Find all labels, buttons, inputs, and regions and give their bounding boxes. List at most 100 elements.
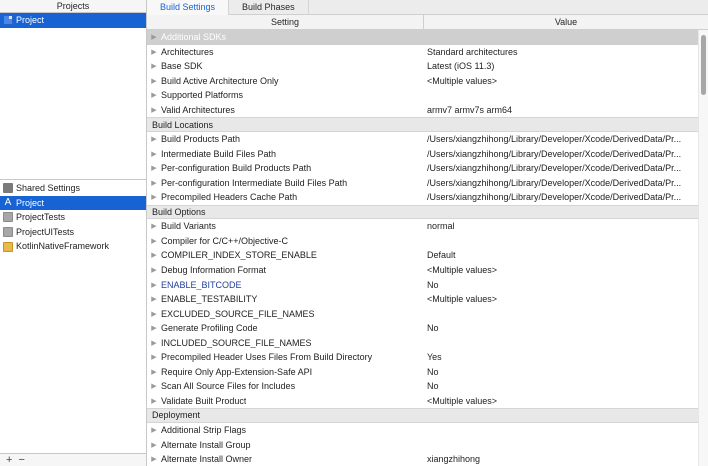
setting-row[interactable]: ▶ Additional SDKs — [147, 30, 698, 45]
editor-panel: Build Settings Build Phases Setting Valu… — [147, 0, 708, 466]
target-item[interactable]: ProjectUITests — [0, 225, 146, 240]
disclosure-triangle-icon[interactable]: ▶ — [147, 353, 161, 361]
setting-value[interactable]: /Users/xiangzhihong/Library/Developer/Xc… — [424, 134, 698, 144]
setting-value[interactable]: xiangzhihong — [424, 454, 698, 464]
disclosure-triangle-icon[interactable]: ▶ — [147, 324, 161, 332]
setting-row[interactable]: ▶ Debug Information Format <Multiple value… — [147, 263, 698, 278]
setting-name: COMPILER_INDEX_STORE_ENABLE — [161, 250, 317, 261]
setting-value[interactable]: <Multiple values> — [424, 294, 698, 304]
disclosure-triangle-icon[interactable]: ▶ — [147, 135, 161, 143]
setting-row[interactable]: ▶ Architectures Standard architectures — [147, 45, 698, 60]
setting-row[interactable]: ▶ Alternate Install Group — [147, 437, 698, 452]
remove-target-button[interactable]: − — [18, 454, 24, 466]
setting-value[interactable]: <Multiple values> — [424, 76, 698, 86]
setting-row[interactable]: ▶ Generate Profiling Code No — [147, 321, 698, 336]
setting-value[interactable]: /Users/xiangzhihong/Library/Developer/Xc… — [424, 192, 698, 202]
setting-value[interactable]: No — [424, 323, 698, 333]
add-target-button[interactable]: + — [6, 454, 12, 466]
disclosure-triangle-icon[interactable]: ▶ — [147, 397, 161, 405]
setting-value[interactable]: /Users/xiangzhihong/Library/Developer/Xc… — [424, 178, 698, 188]
setting-row[interactable]: ▶ COMPILER_INDEX_STORE_ENABLE Default — [147, 248, 698, 263]
setting-row[interactable]: ▶ Base SDK Latest (iOS 11.3) — [147, 59, 698, 74]
setting-value[interactable]: <Multiple values> — [424, 265, 698, 275]
vertical-scrollbar[interactable] — [698, 30, 708, 466]
setting-name-cell: ▶ Valid Architectures — [147, 105, 424, 115]
disclosure-triangle-icon[interactable]: ▶ — [147, 441, 161, 449]
disclosure-triangle-icon[interactable]: ▶ — [147, 339, 161, 347]
setting-name: Validate Built Product — [161, 395, 247, 406]
disclosure-triangle-icon[interactable]: ▶ — [147, 91, 161, 99]
disclosure-triangle-icon[interactable]: ▶ — [147, 382, 161, 390]
disclosure-triangle-icon[interactable]: ▶ — [147, 48, 161, 56]
disclosure-triangle-icon[interactable]: ▶ — [147, 281, 161, 289]
disclosure-triangle-icon[interactable]: ▶ — [147, 426, 161, 434]
disclosure-triangle-icon[interactable]: ▶ — [147, 368, 161, 376]
project-item[interactable]: Project — [0, 13, 146, 28]
disclosure-triangle-icon[interactable]: ▶ — [147, 164, 161, 172]
setting-row[interactable]: ▶ Per-configuration Build Products Path/U… — [147, 161, 698, 176]
disclosure-triangle-icon[interactable]: ▶ — [147, 266, 161, 274]
setting-row[interactable]: ▶ Build Active Architecture Only <Multiple… — [147, 74, 698, 89]
value-column-header[interactable]: Value — [424, 15, 708, 29]
disclosure-triangle-icon[interactable]: ▶ — [147, 77, 161, 85]
settings-section-header[interactable]: Build Options — [147, 204, 698, 220]
setting-value[interactable]: No — [424, 367, 698, 377]
setting-row[interactable]: ▶ Compiler for C/C++/Objective-C — [147, 234, 698, 249]
setting-row[interactable]: ▶ Valid Architectures armv7 armv7s arm64 — [147, 103, 698, 118]
setting-value[interactable]: /Users/xiangzhihong/Library/Developer/Xc… — [424, 149, 698, 159]
target-item[interactable]: Shared Settings — [0, 181, 146, 196]
disclosure-triangle-icon[interactable]: ▶ — [147, 295, 161, 303]
setting-row[interactable]: ▶ Per-configuration Intermediate Build Fi… — [147, 175, 698, 190]
disclosure-triangle-icon[interactable]: ▶ — [147, 179, 161, 187]
setting-value[interactable]: /Users/xiangzhihong/Library/Developer/Xc… — [424, 163, 698, 173]
setting-value[interactable]: No — [424, 381, 698, 391]
disclosure-triangle-icon[interactable]: ▶ — [147, 62, 161, 70]
setting-row[interactable]: ▶ Scan All Source Files for Includes No — [147, 379, 698, 394]
target-item[interactable]: ProjectTests — [0, 210, 146, 225]
target-item[interactable]: A Project — [0, 195, 146, 211]
disclosure-triangle-icon[interactable]: ▶ — [147, 193, 161, 201]
setting-row[interactable]: ▶ EXCLUDED_SOURCE_FILE_NAMES — [147, 306, 698, 321]
disclosure-triangle-icon[interactable]: ▶ — [147, 455, 161, 463]
setting-name: Debug Information Format — [161, 265, 267, 276]
setting-row[interactable]: ▶ Build Variants normal — [147, 219, 698, 234]
tab-build-settings[interactable]: Build Settings — [147, 0, 230, 15]
setting-row[interactable]: ▶ Supported Platforms — [147, 88, 698, 103]
test-bundle-icon — [3, 227, 13, 238]
setting-row[interactable]: ▶ Alternate Install Owner xiangzhihong — [147, 452, 698, 466]
disclosure-triangle-icon[interactable]: ▶ — [147, 310, 161, 318]
setting-value[interactable]: Latest (iOS 11.3) — [424, 61, 698, 71]
setting-value[interactable]: Yes — [424, 352, 698, 362]
settings-section-header[interactable]: Deployment — [147, 408, 698, 423]
setting-column-header[interactable]: Setting — [147, 15, 424, 29]
target-item-label: Project — [16, 197, 45, 208]
tab-build-phases[interactable]: Build Phases — [229, 0, 309, 15]
disclosure-triangle-icon[interactable]: ▶ — [147, 222, 161, 230]
disclosure-triangle-icon[interactable]: ▶ — [147, 150, 161, 158]
disclosure-triangle-icon[interactable]: ▶ — [147, 251, 161, 259]
setting-value[interactable]: <Multiple values> — [424, 396, 698, 406]
setting-row[interactable]: ▶ Additional Strip Flags — [147, 423, 698, 438]
setting-row[interactable]: ▶ INCLUDED_SOURCE_FILE_NAMES — [147, 335, 698, 350]
settings-section-header[interactable]: Build Locations — [147, 117, 698, 132]
setting-row[interactable]: ▶ Require Only App-Extension-Safe API No — [147, 365, 698, 380]
setting-row[interactable]: ▶ ENABLE_BITCODE No — [147, 277, 698, 292]
setting-row[interactable]: ▶ ENABLE_TESTABILITY <Multiple values> — [147, 292, 698, 307]
setting-row[interactable]: ▶ Build Products Path/Users/xiangzhihong/… — [147, 132, 698, 147]
setting-name: Base SDK — [161, 61, 203, 72]
setting-value[interactable]: Default — [424, 250, 698, 260]
target-item[interactable]: KotlinNativeFramework — [0, 239, 146, 254]
setting-value[interactable]: armv7 armv7s arm64 — [424, 105, 698, 115]
disclosure-triangle-icon[interactable]: ▶ — [147, 33, 161, 41]
setting-row[interactable]: ▶ Precompiled Headers Cache Path/Users/xi… — [147, 190, 698, 205]
setting-name: Generate Profiling Code — [161, 323, 258, 334]
scrollbar-thumb[interactable] — [701, 35, 706, 95]
setting-value[interactable]: No — [424, 280, 698, 290]
setting-value[interactable]: normal — [424, 221, 698, 231]
setting-row[interactable]: ▶ Precompiled Header Uses Files From Buil… — [147, 350, 698, 365]
setting-row[interactable]: ▶ Validate Built Product <Multiple values> — [147, 394, 698, 409]
disclosure-triangle-icon[interactable]: ▶ — [147, 106, 161, 114]
setting-row[interactable]: ▶ Intermediate Build Files Path/Users/xia… — [147, 146, 698, 161]
disclosure-triangle-icon[interactable]: ▶ — [147, 237, 161, 245]
setting-value[interactable]: Standard architectures — [424, 47, 698, 57]
